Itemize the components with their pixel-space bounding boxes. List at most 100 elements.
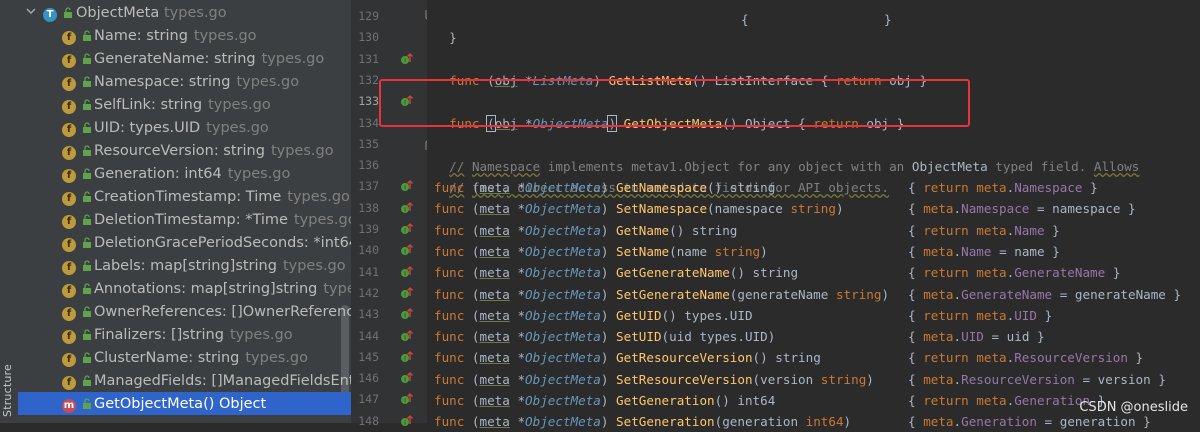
tree-item[interactable]: f ManagedFields: []ManagedFieldsEntryty [18, 369, 351, 392]
line-number: 145 [358, 349, 379, 364]
tree-item-label: Namespace: string types.go [94, 73, 300, 90]
public-lock-icon [83, 122, 91, 133]
tree-item[interactable]: f OwnerReferences: []OwnerReferencety [18, 300, 351, 323]
tree-item[interactable]: f SelfLink: string types.go [18, 93, 351, 116]
body-token: = [1059, 286, 1068, 302]
return-type: string [752, 265, 799, 281]
code-line-method[interactable]: func (meta *ObjectMeta) GetUID() types.U… [434, 305, 1052, 326]
structure-tool-strip[interactable]: Structure [0, 0, 19, 423]
tree-item[interactable]: f Name: string types.go [18, 24, 351, 47]
chevron-down-icon[interactable] [26, 6, 36, 16]
comment-word: Allows [1093, 159, 1140, 174]
svg-text:I: I [404, 228, 406, 235]
implements-interface-icon[interactable]: I [400, 243, 414, 257]
receiver-name: meta [479, 243, 510, 259]
function-name: SetUID [616, 329, 662, 345]
public-lock-icon [83, 53, 91, 64]
func-keyword: func [434, 222, 465, 238]
implements-interface-icon[interactable]: I [400, 392, 414, 406]
implements-interface-icon[interactable]: I [400, 371, 414, 385]
implements-interface-icon[interactable]: I [400, 179, 414, 193]
line-number: 140 [358, 243, 379, 258]
implements-interface-icon[interactable]: I [400, 265, 414, 279]
field-icon: f [62, 146, 76, 160]
tree-item[interactable]: f CreationTimestamp: Time types.go [18, 185, 351, 208]
structure-tab-label[interactable]: Structure [1, 364, 14, 417]
body-token: namespace [1052, 201, 1121, 217]
tree-node-objectmeta[interactable]: T ObjectMeta types.go [18, 1, 351, 24]
tree-item-label: DeletionTimestamp: *Time types.go [94, 212, 351, 228]
line-number: 141 [358, 264, 379, 279]
method-body: { meta.Namespace = namespace } [908, 198, 1136, 219]
public-lock-icon [64, 7, 72, 18]
tree-item[interactable]: f ClusterName: string types.go [18, 346, 351, 369]
tree-item[interactable]: f GenerateName: string types.go [18, 47, 351, 70]
tree-item-file: types.go [261, 50, 325, 67]
tree-item-label: CreationTimestamp: Time types.go [94, 188, 350, 205]
method-body: { return meta.Generation } [908, 390, 1105, 411]
tree-item-file: types.go [282, 257, 346, 274]
tree-item-file: types.go [206, 119, 269, 136]
tree-item[interactable]: m GetObjectMeta() Object [18, 392, 351, 415]
code-line-method[interactable]: func (meta *ObjectMeta) SetUID(uid types… [434, 326, 1045, 347]
tree-item[interactable]: f Annotations: map[string]stringtypes.go [18, 277, 351, 300]
code-line-129[interactable]: } [434, 6, 457, 48]
implements-interface-icon[interactable]: I [400, 52, 414, 66]
code-line-method[interactable]: func (meta *ObjectMeta) SetGeneration(ge… [434, 411, 1151, 432]
implements-interface-icon[interactable]: I [400, 286, 414, 300]
implements-interface-icon[interactable]: I [400, 329, 414, 343]
field-icon: f [62, 376, 76, 390]
code-line-method[interactable]: func (meta *ObjectMeta) SetName(name str… [434, 241, 1060, 262]
params: () [752, 350, 768, 366]
code-line-method[interactable]: func (meta *ObjectMeta) GetGeneration() … [434, 390, 1105, 411]
tree-item[interactable]: f Namespace: string types.go [18, 70, 351, 93]
receiver-type: ObjectMeta [525, 371, 601, 387]
public-lock-icon [83, 375, 91, 386]
code-line-method[interactable]: func (meta *ObjectMeta) SetResourceVersi… [434, 369, 1166, 390]
line-number: 147 [358, 392, 379, 407]
structure-tree[interactable]: T ObjectMeta types.go f Name: string types… [18, 0, 351, 423]
field-icon: f [62, 54, 76, 68]
tree-item-file: types.go [193, 27, 257, 44]
body-token: = [991, 329, 1000, 345]
implements-interface-icon[interactable]: I [400, 350, 414, 364]
code-line-method[interactable]: func (meta *ObjectMeta) SetGenerateName(… [434, 284, 1181, 305]
tree-item-label: Finalizers: []string types.go [94, 326, 293, 343]
tree-item-file: types.go [227, 165, 291, 182]
svg-text:I: I [404, 398, 406, 405]
code-line-method[interactable]: func (meta *ObjectMeta) GetName() string… [434, 220, 1060, 241]
public-lock-icon [83, 352, 91, 363]
receiver-name: meta [479, 350, 510, 366]
params: (uid [661, 329, 700, 345]
code-line-method[interactable]: func (meta *ObjectMeta) GetGenerateName(… [434, 262, 1120, 283]
tree-item[interactable]: f ResourceVersion: string types.go [18, 139, 351, 162]
code-line-method[interactable]: func (meta *ObjectMeta) SetNamespace(nam… [434, 198, 1136, 219]
tree-item-label: GetObjectMeta() Object [94, 395, 267, 412]
method-body: { meta.GenerateName = generateName } [908, 284, 1181, 305]
implements-interface-icon[interactable]: I [400, 201, 414, 215]
tree-item[interactable]: f DeletionTimestamp: *Time types.go [18, 208, 351, 231]
tree-item-file: types.go [323, 280, 351, 297]
watermark: CSDN @oneslide [1079, 400, 1188, 415]
method-body: { return meta.ResourceVersion } [908, 347, 1143, 368]
method-body: { return meta.Name } [908, 220, 1060, 241]
tree-item[interactable]: f Generation: int64 types.go [18, 162, 351, 185]
tree-item[interactable]: f UID: types.UID types.go [18, 116, 351, 139]
receiver-name: meta [479, 180, 510, 195]
implements-interface-icon[interactable]: I [400, 307, 414, 321]
svg-text:I: I [404, 334, 406, 341]
body-token: { [908, 371, 916, 387]
tree-item[interactable]: f Labels: map[string]string types.go [18, 254, 351, 277]
line-number: 135 [358, 136, 379, 151]
params: (version [752, 371, 821, 387]
implements-interface-icon[interactable]: I [400, 222, 414, 236]
params: (generateName [729, 286, 836, 302]
receiver-name: meta [479, 414, 510, 430]
body-token: { [908, 329, 916, 345]
code-line-method[interactable]: func (meta *ObjectMeta) GetNamespace() s… [434, 177, 1098, 198]
code-line-method[interactable]: func (meta *ObjectMeta) GetResourceVersi… [434, 347, 1143, 368]
tree-item[interactable]: f DeletionGracePeriodSeconds: *int64type [18, 231, 351, 254]
body-token: { [908, 265, 916, 281]
implements-interface-icon[interactable]: I [400, 414, 414, 428]
tree-item[interactable]: f Finalizers: []string types.go [18, 323, 351, 346]
